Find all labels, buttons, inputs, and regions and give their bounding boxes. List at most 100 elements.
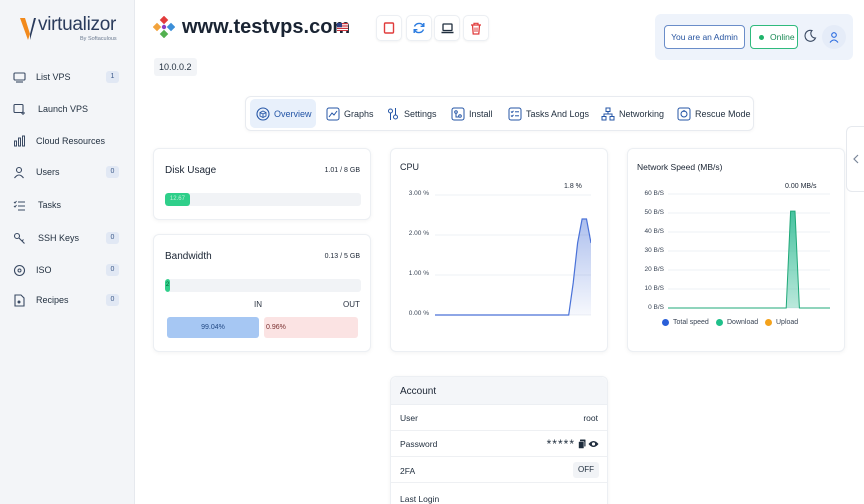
y-tick: 50 B/S (644, 209, 664, 216)
network-card: Network Speed (MB/s) 0.00 MB/s 60 B/S 50… (627, 148, 845, 352)
laptop-icon (441, 22, 453, 33)
count-badge: 0 (106, 294, 119, 306)
sidebar-item-label: Launch VPS (38, 104, 89, 114)
sidebar-item-cloud-resources[interactable]: Cloud Resources (0, 128, 135, 154)
eye-icon[interactable] (588, 440, 599, 448)
console-button[interactable] (434, 15, 460, 41)
download-line (668, 210, 830, 309)
legend-dot (716, 319, 723, 326)
row-value: root (583, 413, 598, 423)
stop-button[interactable] (376, 15, 402, 41)
row-key: User (400, 413, 418, 423)
count-badge: 0 (106, 166, 119, 178)
tab-label: Networking (619, 108, 665, 119)
restart-button[interactable] (406, 15, 432, 41)
admin-badge[interactable]: You are an Admin (664, 25, 745, 49)
sidebar-item-label: SSH Keys (38, 233, 80, 243)
legend-label: Upload (776, 319, 799, 326)
count-badge: 0 (106, 264, 119, 276)
sidebar-item-label: Users (36, 167, 60, 177)
monitor-icon (13, 71, 26, 84)
cpu-line (435, 218, 591, 316)
brand-sub: By Softaculous (80, 36, 117, 42)
legend-total-speed[interactable]: Total speed (662, 319, 709, 326)
tab-graphs[interactable]: Graphs (326, 99, 374, 128)
card-title: Network Speed (MB/s) (637, 162, 723, 172)
tab-label: Install (469, 108, 493, 119)
user-icon (829, 32, 839, 43)
out-percent: 0.96% (264, 317, 358, 338)
y-tick: 1.00 % (408, 270, 429, 277)
out-label: OUT (343, 300, 360, 309)
legend-label: Download (727, 319, 759, 326)
tab-install[interactable]: Install (451, 99, 493, 128)
bandwidth-progress: 2 (165, 279, 361, 292)
copy-icon[interactable] (578, 439, 586, 449)
cpu-card: CPU 1.8 % 3.00 % 2.00 % 1.00 % 0.00 % (390, 148, 608, 352)
top-status-bar: You are an Admin Online (655, 14, 853, 60)
recipe-icon (13, 293, 26, 307)
sidebar-item-launch-vps[interactable]: Launch VPS (0, 96, 135, 122)
tab-rescue-mode[interactable]: Rescue Mode (677, 99, 751, 128)
y-tick: 30 B/S (644, 247, 664, 254)
cpu-area (435, 219, 591, 315)
tab-label: Overview (274, 108, 312, 119)
checklist-icon (508, 107, 522, 121)
vps-tabs: Overview Graphs Settings Install Tasks A… (245, 96, 754, 131)
virtualizor-logo-icon (20, 18, 36, 40)
bandwidth-card: Bandwidth 0.13 / 5 GB 2 IN OUT 99.04% 0.… (153, 234, 371, 352)
users-icon (13, 166, 26, 179)
delete-button[interactable] (463, 15, 489, 41)
sidebar-item-users[interactable]: Users 0 (0, 159, 135, 185)
sidebar-item-iso[interactable]: ISO 0 (0, 257, 135, 283)
tab-label: Tasks And Logs (526, 108, 590, 119)
brand-logo[interactable]: virtualizor By Softaculous (20, 14, 120, 48)
sidebar-item-list-vps[interactable]: List VPS 1 (0, 64, 135, 90)
disk-usage-card: Disk Usage 1.01 / 8 GB 12.67 (153, 148, 371, 220)
row-key: 2FA (400, 466, 416, 476)
tab-settings[interactable]: Settings (386, 99, 437, 128)
cpu-chart (435, 194, 591, 316)
tab-overview[interactable]: Overview (250, 99, 316, 128)
os-logo-icon (153, 16, 175, 38)
2fa-status[interactable]: OFF (573, 462, 599, 478)
chevron-left-icon (852, 154, 858, 164)
status-label: Online (770, 32, 795, 42)
account-header: Account (391, 377, 607, 405)
network-icon (601, 107, 615, 121)
rescue-icon (677, 107, 691, 121)
tab-tasks-and-logs[interactable]: Tasks And Logs (508, 99, 589, 128)
legend-upload[interactable]: Upload (765, 319, 798, 326)
y-tick: 3.00 % (408, 190, 429, 197)
legend-download[interactable]: Download (716, 319, 758, 326)
status-dot (759, 35, 764, 40)
card-title: Disk Usage (165, 165, 217, 176)
sidebar-item-ssh-keys[interactable]: SSH Keys 0 (0, 225, 135, 251)
key-icon (13, 232, 26, 245)
y-tick: 2.00 % (408, 230, 429, 237)
legend-label: Total speed (673, 319, 709, 326)
account-card: Account User root Password ***** 2FA OFF… (390, 376, 608, 504)
bandwidth-progress-fill: 2 (165, 279, 171, 292)
side-panel-toggle[interactable] (846, 126, 864, 192)
moon-icon[interactable] (803, 29, 817, 43)
bandwidth-value: 0.13 / 5 GB (324, 253, 360, 260)
tab-networking[interactable]: Networking (601, 99, 664, 128)
tab-label: Graphs (344, 108, 374, 119)
ip-address: 10.0.0.2 (154, 58, 197, 76)
sidebar-item-label: Cloud Resources (36, 136, 106, 146)
line-chart-icon (326, 107, 340, 121)
sidebar-item-recipes[interactable]: Recipes 0 (0, 287, 135, 313)
y-tick: 0 B/S (648, 304, 664, 311)
trash-icon (471, 22, 481, 35)
card-title: Bandwidth (165, 251, 212, 262)
sidebar-item-tasks[interactable]: Tasks (0, 192, 135, 218)
sidebar-item-label: ISO (36, 265, 52, 275)
sidebar-item-label: Tasks (38, 200, 62, 210)
user-avatar[interactable] (822, 25, 846, 49)
legend-dot (765, 319, 772, 326)
sidebar-item-label: Recipes (36, 295, 69, 305)
count-badge: 1 (106, 71, 119, 83)
card-title: Account (400, 386, 437, 397)
bar-chart-icon (13, 135, 26, 148)
